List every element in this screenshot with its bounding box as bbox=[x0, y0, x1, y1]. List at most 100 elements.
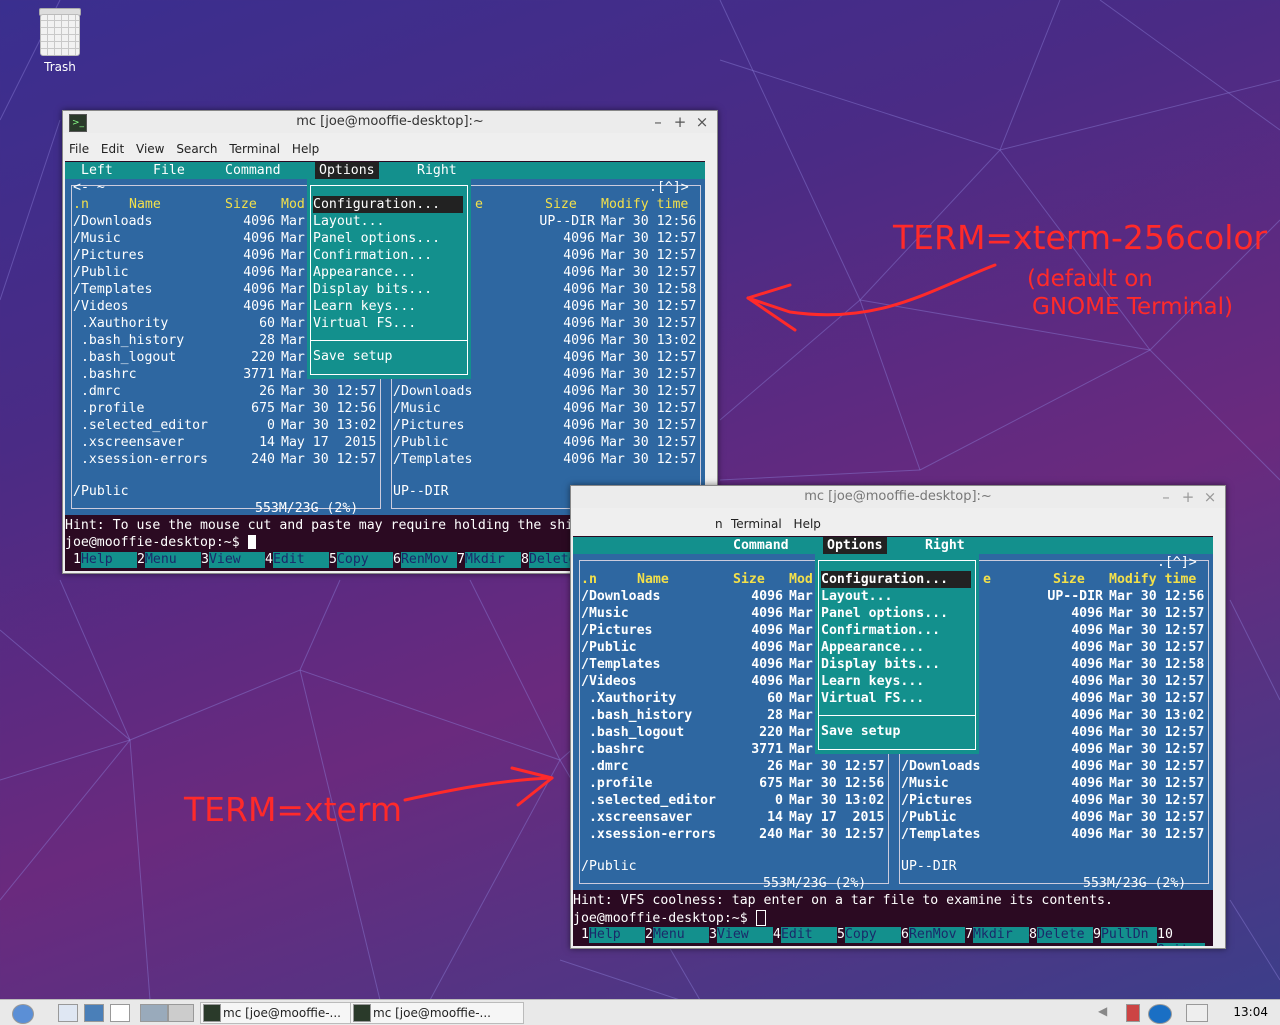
dropdown-item[interactable]: Configuration... bbox=[313, 196, 463, 213]
table-row[interactable]: .xsession-errors 240 Mar 30 12:57 bbox=[573, 826, 893, 843]
mc-menu-file[interactable]: File bbox=[153, 162, 185, 179]
maximize-icon[interactable]: + bbox=[1179, 486, 1197, 508]
close-icon[interactable]: × bbox=[1201, 486, 1219, 508]
dropdown-item[interactable]: Appearance... bbox=[821, 639, 971, 656]
fkey-1[interactable]: 1Help bbox=[581, 927, 645, 943]
fkey-2[interactable]: 2Menu bbox=[137, 552, 201, 568]
shell-prompt[interactable]: joe@mooffie-desktop:~$ bbox=[65, 535, 256, 550]
dropdown-item[interactable]: Virtual FS... bbox=[821, 690, 971, 707]
options-dropdown[interactable]: Configuration... Layout... Panel options..… bbox=[307, 179, 471, 379]
mc-menu-options[interactable]: Options bbox=[315, 162, 379, 179]
menu-edit[interactable]: Edit bbox=[101, 142, 124, 156]
start-menu-icon[interactable] bbox=[12, 1004, 34, 1024]
maximize-icon[interactable]: + bbox=[671, 111, 689, 133]
table-row[interactable]: /Pictures 4096 Mar 30 12:57 bbox=[385, 417, 705, 434]
minimize-icon[interactable]: – bbox=[1157, 486, 1175, 508]
dropdown-item[interactable]: Display bits... bbox=[313, 281, 463, 298]
table-row[interactable]: /Music 4096 Mar 30 12:57 bbox=[893, 775, 1213, 792]
fkey-10[interactable]: 10Quit bbox=[1157, 927, 1213, 946]
volume-icon[interactable]: ◀ bbox=[1098, 1004, 1112, 1020]
minimize-icon[interactable]: – bbox=[649, 111, 667, 133]
table-row[interactable]: .xscreensaver 14 May 17 2015 bbox=[65, 434, 385, 451]
table-row[interactable]: /Templates 4096 Mar 30 12:57 bbox=[893, 826, 1213, 843]
fkey-6[interactable]: 6RenMov bbox=[901, 927, 965, 943]
table-row[interactable]: .dmrc 26 Mar 30 12:57 bbox=[573, 758, 893, 775]
dropdown-item[interactable]: Layout... bbox=[821, 588, 971, 605]
fkey-5[interactable]: 5Copy bbox=[837, 927, 901, 943]
fkey-3[interactable]: 3View bbox=[201, 552, 265, 568]
fkey-4[interactable]: 4Edit bbox=[773, 927, 837, 943]
dropdown-item[interactable]: Display bits... bbox=[821, 656, 971, 673]
mc-menu-right[interactable]: Right bbox=[417, 162, 457, 179]
trash-label: Trash bbox=[44, 60, 76, 74]
table-row[interactable]: /Music 4096 Mar 30 12:57 bbox=[385, 400, 705, 417]
dropdown-item[interactable]: Panel options... bbox=[821, 605, 971, 622]
task-button-2[interactable]: mc [joe@mooffie-... bbox=[350, 1002, 524, 1024]
dropdown-save-setup[interactable]: Save setup bbox=[821, 723, 971, 740]
table-row[interactable]: /Pictures 4096 Mar 30 12:57 bbox=[893, 792, 1213, 809]
desktop-switcher-icon[interactable] bbox=[140, 1004, 168, 1022]
taskbar-clock[interactable]: 13:04 bbox=[1233, 1005, 1268, 1019]
table-row[interactable]: /Public 4096 Mar 30 12:57 bbox=[385, 434, 705, 451]
trash-desktop-icon[interactable]: Trash bbox=[30, 8, 90, 74]
fkey-4[interactable]: 4Edit bbox=[265, 552, 329, 568]
table-row[interactable]: .xsession-errors 240 Mar 30 12:57 bbox=[65, 451, 385, 468]
browser-icon[interactable] bbox=[84, 1004, 104, 1022]
dropdown-item[interactable]: Confirmation... bbox=[313, 247, 463, 264]
fkey-9[interactable]: 9PullDn bbox=[1093, 927, 1157, 943]
hp-logo-icon[interactable] bbox=[1148, 1004, 1172, 1024]
window-titlebar[interactable]: mc [joe@mooffie-desktop]:~ – + × bbox=[571, 486, 1225, 508]
fkey-2[interactable]: 2Menu bbox=[645, 927, 709, 943]
mc-menu-command[interactable]: Command bbox=[225, 162, 281, 179]
dropdown-item[interactable]: Confirmation... bbox=[821, 622, 971, 639]
fkey-8[interactable]: 8Delete bbox=[1029, 927, 1093, 943]
table-row[interactable]: .selected_editor 0 Mar 30 13:02 bbox=[65, 417, 385, 434]
menu-search[interactable]: Search bbox=[176, 142, 217, 156]
table-row[interactable]: .dmrc 26 Mar 30 12:57 bbox=[65, 383, 385, 400]
mc-menu-right[interactable]: Right bbox=[925, 537, 965, 554]
battery-icon[interactable] bbox=[1126, 1004, 1140, 1022]
table-row[interactable]: /Downloads 4096 Mar 30 12:57 bbox=[385, 383, 705, 400]
fkey-7[interactable]: 7Mkdir bbox=[965, 927, 1029, 943]
fkey-7[interactable]: 7Mkdir bbox=[457, 552, 521, 568]
menu-terminal[interactable]: Terminal bbox=[229, 142, 280, 156]
fkey-6[interactable]: 6RenMov bbox=[393, 552, 457, 568]
table-row[interactable]: .profile 675 Mar 30 12:56 bbox=[573, 775, 893, 792]
blank-launcher-icon[interactable] bbox=[110, 1004, 130, 1022]
options-dropdown[interactable]: Configuration... Layout... Panel options..… bbox=[815, 554, 979, 754]
table-row[interactable]: /Downloads 4096 Mar 30 12:57 bbox=[893, 758, 1213, 775]
table-row[interactable]: .selected_editor 0 Mar 30 13:02 bbox=[573, 792, 893, 809]
terminal-window-2[interactable]: mc [joe@mooffie-desktop]:~ – + × n Termi… bbox=[570, 485, 1226, 949]
table-row[interactable]: /Public 4096 Mar 30 12:57 bbox=[893, 809, 1213, 826]
table-row[interactable]: .xscreensaver 14 May 17 2015 bbox=[573, 809, 893, 826]
menu-file[interactable]: File bbox=[69, 142, 89, 156]
dropdown-item[interactable]: Panel options... bbox=[313, 230, 463, 247]
fkey-1[interactable]: 1Help bbox=[73, 552, 137, 568]
dropdown-item[interactable]: Configuration... bbox=[821, 571, 971, 588]
menu-help[interactable]: Help bbox=[794, 517, 821, 531]
network-icon[interactable] bbox=[1186, 1004, 1208, 1022]
mc-menu-left[interactable]: Left bbox=[81, 162, 113, 179]
dropdown-item[interactable]: Learn keys... bbox=[821, 673, 971, 690]
dropdown-item[interactable]: Learn keys... bbox=[313, 298, 463, 315]
shell-prompt[interactable]: joe@mooffie-desktop:~$ bbox=[573, 910, 766, 926]
dropdown-item[interactable]: Layout... bbox=[313, 213, 463, 230]
table-row[interactable]: .profile 675 Mar 30 12:56 bbox=[65, 400, 385, 417]
close-icon[interactable]: × bbox=[693, 111, 711, 133]
window-titlebar[interactable]: >_ mc [joe@mooffie-desktop]:~ – + × bbox=[63, 111, 717, 133]
menu-view[interactable]: View bbox=[136, 142, 164, 156]
menu-help[interactable]: Help bbox=[292, 142, 319, 156]
dropdown-save-setup[interactable]: Save setup bbox=[313, 348, 463, 365]
file-manager-icon[interactable] bbox=[58, 1004, 78, 1022]
dropdown-item[interactable]: Virtual FS... bbox=[313, 315, 463, 332]
terminal-screen[interactable]: Command Options Right .n Name Size Mod /… bbox=[573, 536, 1213, 946]
task-button-1[interactable]: mc [joe@mooffie-... bbox=[200, 1002, 370, 1024]
fkey-5[interactable]: 5Copy bbox=[329, 552, 393, 568]
fkey-3[interactable]: 3View bbox=[709, 927, 773, 943]
menu-terminal[interactable]: Terminal bbox=[731, 517, 782, 531]
mc-menu-options[interactable]: Options bbox=[823, 537, 887, 554]
table-row[interactable]: /Templates 4096 Mar 30 12:57 bbox=[385, 451, 705, 468]
dropdown-item[interactable]: Appearance... bbox=[313, 264, 463, 281]
workspace-icon[interactable] bbox=[168, 1004, 194, 1022]
mc-menu-command[interactable]: Command bbox=[733, 537, 789, 554]
